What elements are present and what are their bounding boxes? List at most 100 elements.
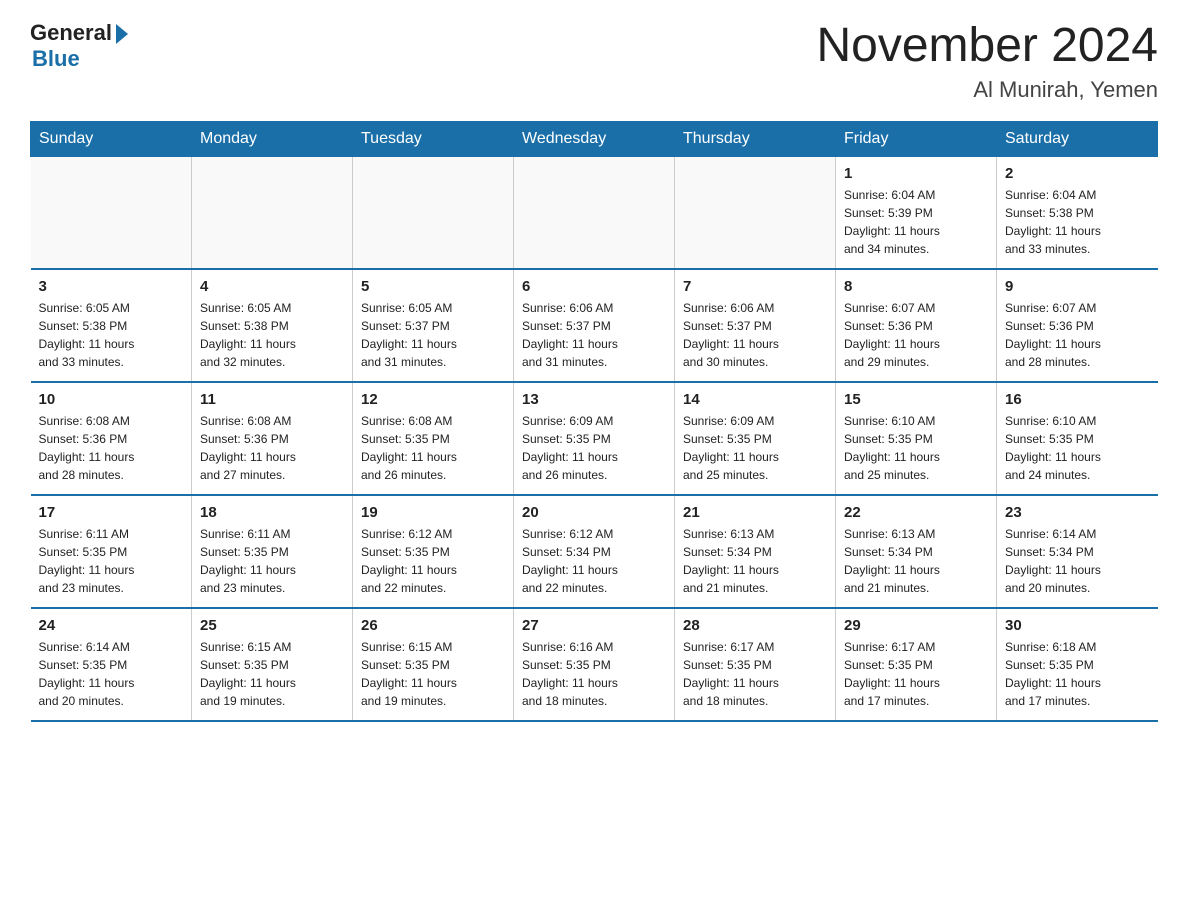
day-number: 25	[200, 617, 344, 634]
calendar-cell: 24 Sunrise: 6:14 AMSunset: 5:35 PMDayligh…	[31, 608, 192, 721]
day-number: 16	[1005, 391, 1150, 408]
calendar-cell: 23 Sunrise: 6:14 AMSunset: 5:34 PMDayligh…	[997, 495, 1158, 608]
calendar-cell	[353, 156, 514, 269]
week-row-2: 3 Sunrise: 6:05 AMSunset: 5:38 PMDaylight…	[31, 269, 1158, 382]
calendar-cell: 8 Sunrise: 6:07 AMSunset: 5:36 PMDaylight…	[836, 269, 997, 382]
day-info: Sunrise: 6:05 AMSunset: 5:37 PMDaylight:…	[361, 299, 505, 371]
week-row-3: 10 Sunrise: 6:08 AMSunset: 5:36 PMDayligh…	[31, 382, 1158, 495]
weekday-header-thursday: Thursday	[675, 121, 836, 156]
day-number: 23	[1005, 504, 1150, 521]
logo-arrow-icon	[116, 24, 128, 44]
day-info: Sunrise: 6:12 AMSunset: 5:34 PMDaylight:…	[522, 525, 666, 597]
day-info: Sunrise: 6:08 AMSunset: 5:36 PMDaylight:…	[200, 412, 344, 484]
logo: General Blue	[30, 20, 128, 72]
logo-general-text: General	[30, 20, 112, 46]
calendar-cell: 22 Sunrise: 6:13 AMSunset: 5:34 PMDayligh…	[836, 495, 997, 608]
day-info: Sunrise: 6:11 AMSunset: 5:35 PMDaylight:…	[39, 525, 184, 597]
calendar-cell: 21 Sunrise: 6:13 AMSunset: 5:34 PMDayligh…	[675, 495, 836, 608]
day-info: Sunrise: 6:06 AMSunset: 5:37 PMDaylight:…	[683, 299, 827, 371]
calendar-cell: 28 Sunrise: 6:17 AMSunset: 5:35 PMDayligh…	[675, 608, 836, 721]
day-number: 9	[1005, 278, 1150, 295]
day-info: Sunrise: 6:08 AMSunset: 5:35 PMDaylight:…	[361, 412, 505, 484]
day-number: 13	[522, 391, 666, 408]
day-number: 14	[683, 391, 827, 408]
calendar-cell: 9Sunrise: 6:07 AMSunset: 5:36 PMDaylight…	[997, 269, 1158, 382]
day-number: 5	[361, 278, 505, 295]
calendar-cell: 13 Sunrise: 6:09 AMSunset: 5:35 PMDayligh…	[514, 382, 675, 495]
calendar-cell: 27Sunrise: 6:16 AMSunset: 5:35 PMDayligh…	[514, 608, 675, 721]
calendar-cell: 29 Sunrise: 6:17 AMSunset: 5:35 PMDayligh…	[836, 608, 997, 721]
calendar-cell: 19 Sunrise: 6:12 AMSunset: 5:35 PMDayligh…	[353, 495, 514, 608]
weekday-header-friday: Friday	[836, 121, 997, 156]
header-right: November 2024 Al Munirah, Yemen	[816, 20, 1158, 103]
day-number: 19	[361, 504, 505, 521]
calendar-cell: 15 Sunrise: 6:10 AMSunset: 5:35 PMDayligh…	[836, 382, 997, 495]
day-number: 24	[39, 617, 184, 634]
calendar-cell: 20 Sunrise: 6:12 AMSunset: 5:34 PMDayligh…	[514, 495, 675, 608]
day-number: 10	[39, 391, 184, 408]
day-info: Sunrise: 6:05 AMSunset: 5:38 PMDaylight:…	[200, 299, 344, 371]
weekday-header-sunday: Sunday	[31, 121, 192, 156]
calendar-subtitle: Al Munirah, Yemen	[816, 77, 1158, 103]
calendar-cell: 16 Sunrise: 6:10 AMSunset: 5:35 PMDayligh…	[997, 382, 1158, 495]
calendar-cell: 12 Sunrise: 6:08 AMSunset: 5:35 PMDayligh…	[353, 382, 514, 495]
calendar-cell: 3 Sunrise: 6:05 AMSunset: 5:38 PMDaylight…	[31, 269, 192, 382]
day-info: Sunrise: 6:11 AMSunset: 5:35 PMDaylight:…	[200, 525, 344, 597]
day-info: Sunrise: 6:17 AMSunset: 5:35 PMDaylight:…	[683, 638, 827, 710]
weekday-header-monday: Monday	[192, 121, 353, 156]
day-number: 29	[844, 617, 988, 634]
day-number: 7	[683, 278, 827, 295]
calendar-cell	[514, 156, 675, 269]
day-info: Sunrise: 6:12 AMSunset: 5:35 PMDaylight:…	[361, 525, 505, 597]
calendar-cell: 30 Sunrise: 6:18 AMSunset: 5:35 PMDayligh…	[997, 608, 1158, 721]
day-number: 1	[844, 165, 988, 182]
day-number: 4	[200, 278, 344, 295]
day-info: Sunrise: 6:07 AMSunset: 5:36 PMDaylight:…	[844, 299, 988, 371]
day-info: Sunrise: 6:05 AMSunset: 5:38 PMDaylight:…	[39, 299, 184, 371]
day-info: Sunrise: 6:17 AMSunset: 5:35 PMDaylight:…	[844, 638, 988, 710]
day-number: 26	[361, 617, 505, 634]
day-info: Sunrise: 6:16 AMSunset: 5:35 PMDaylight:…	[522, 638, 666, 710]
day-number: 30	[1005, 617, 1150, 634]
day-number: 8	[844, 278, 988, 295]
day-info: Sunrise: 6:09 AMSunset: 5:35 PMDaylight:…	[683, 412, 827, 484]
day-info: Sunrise: 6:04 AMSunset: 5:38 PMDaylight:…	[1005, 186, 1150, 258]
day-info: Sunrise: 6:08 AMSunset: 5:36 PMDaylight:…	[39, 412, 184, 484]
day-number: 11	[200, 391, 344, 408]
weekday-header-row: SundayMondayTuesdayWednesdayThursdayFrid…	[31, 121, 1158, 156]
day-info: Sunrise: 6:13 AMSunset: 5:34 PMDaylight:…	[683, 525, 827, 597]
day-info: Sunrise: 6:10 AMSunset: 5:35 PMDaylight:…	[1005, 412, 1150, 484]
day-number: 3	[39, 278, 184, 295]
day-info: Sunrise: 6:04 AMSunset: 5:39 PMDaylight:…	[844, 186, 988, 258]
day-info: Sunrise: 6:06 AMSunset: 5:37 PMDaylight:…	[522, 299, 666, 371]
day-info: Sunrise: 6:10 AMSunset: 5:35 PMDaylight:…	[844, 412, 988, 484]
day-info: Sunrise: 6:09 AMSunset: 5:35 PMDaylight:…	[522, 412, 666, 484]
calendar-cell	[192, 156, 353, 269]
calendar-title: November 2024	[816, 20, 1158, 73]
day-number: 15	[844, 391, 988, 408]
day-number: 20	[522, 504, 666, 521]
day-number: 21	[683, 504, 827, 521]
weekday-header-tuesday: Tuesday	[353, 121, 514, 156]
day-number: 12	[361, 391, 505, 408]
day-number: 17	[39, 504, 184, 521]
day-info: Sunrise: 6:18 AMSunset: 5:35 PMDaylight:…	[1005, 638, 1150, 710]
day-number: 22	[844, 504, 988, 521]
logo-blue-text: Blue	[32, 46, 80, 72]
day-number: 6	[522, 278, 666, 295]
calendar-cell: 14 Sunrise: 6:09 AMSunset: 5:35 PMDayligh…	[675, 382, 836, 495]
calendar-cell: 26 Sunrise: 6:15 AMSunset: 5:35 PMDayligh…	[353, 608, 514, 721]
day-info: Sunrise: 6:13 AMSunset: 5:34 PMDaylight:…	[844, 525, 988, 597]
calendar-cell	[675, 156, 836, 269]
day-info: Sunrise: 6:15 AMSunset: 5:35 PMDaylight:…	[361, 638, 505, 710]
calendar-cell: 10 Sunrise: 6:08 AMSunset: 5:36 PMDayligh…	[31, 382, 192, 495]
day-info: Sunrise: 6:14 AMSunset: 5:35 PMDaylight:…	[39, 638, 184, 710]
calendar-cell: 18 Sunrise: 6:11 AMSunset: 5:35 PMDayligh…	[192, 495, 353, 608]
page-header: General Blue November 2024 Al Munirah, Y…	[30, 20, 1158, 103]
calendar-cell: 25Sunrise: 6:15 AMSunset: 5:35 PMDayligh…	[192, 608, 353, 721]
weekday-header-saturday: Saturday	[997, 121, 1158, 156]
day-number: 18	[200, 504, 344, 521]
calendar-cell	[31, 156, 192, 269]
day-info: Sunrise: 6:14 AMSunset: 5:34 PMDaylight:…	[1005, 525, 1150, 597]
day-number: 28	[683, 617, 827, 634]
